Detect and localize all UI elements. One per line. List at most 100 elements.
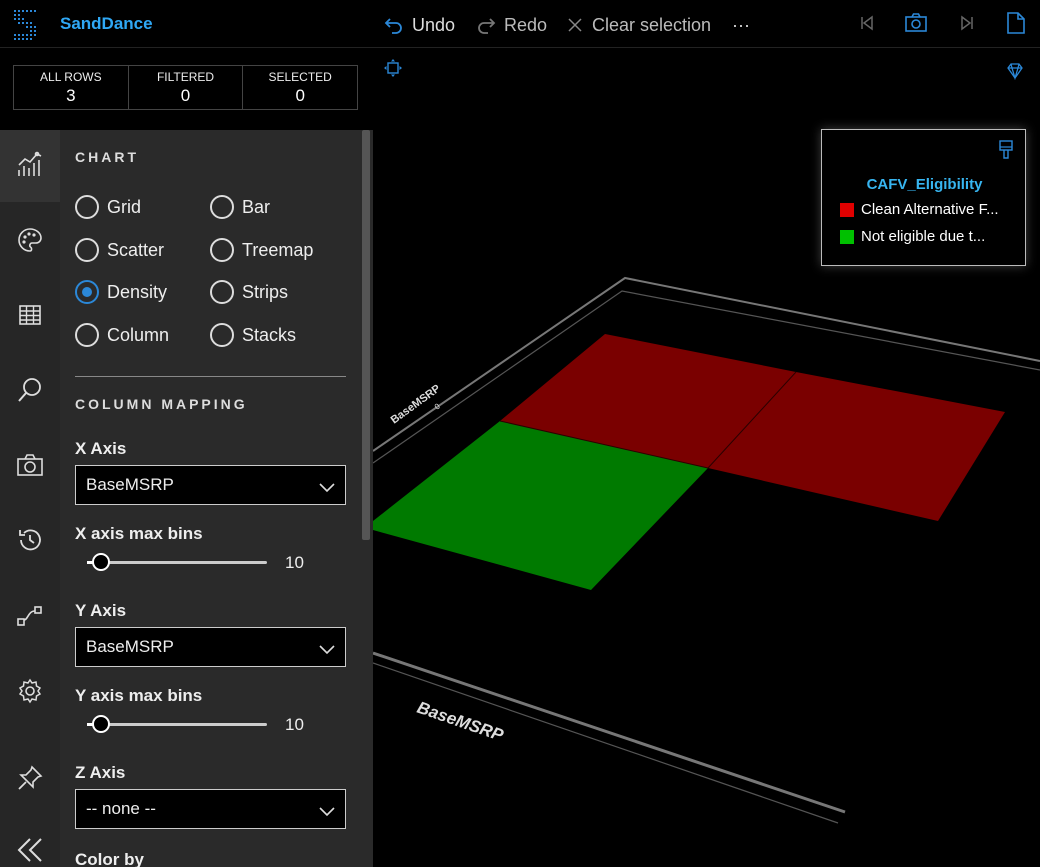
x-bins-value: 10 — [285, 553, 304, 572]
sidebar-item-history[interactable] — [0, 506, 60, 578]
radio-density[interactable]: Density — [75, 280, 167, 304]
undo-label: Undo — [412, 14, 456, 35]
radio-label: Bar — [242, 196, 271, 217]
x-axis-dropdown[interactable]: BaseMSRP — [75, 465, 346, 505]
sidebar-item-chart[interactable] — [0, 130, 60, 202]
y-bins-value: 10 — [285, 715, 304, 734]
z-axis-label: Z Axis — [75, 763, 126, 782]
legend: CAFV_Eligibility Clean Alternative F... … — [821, 129, 1026, 266]
counter-value: 0 — [180, 86, 191, 105]
sidebar-rail — [0, 130, 60, 867]
slider-thumb[interactable] — [92, 715, 110, 733]
table-icon — [19, 304, 41, 330]
search-icon — [17, 377, 43, 408]
sidebar-item-data[interactable] — [0, 281, 60, 353]
history-icon — [17, 527, 43, 558]
legend-item-label: Not eligible due t... — [861, 228, 986, 245]
previous-snapshot-button[interactable] — [855, 12, 879, 38]
more-button[interactable]: ··· — [732, 12, 750, 38]
column-mapping-title: COLUMN MAPPING — [75, 396, 248, 412]
radio-stacks[interactable]: Stacks — [210, 323, 296, 347]
next-snapshot-button[interactable] — [955, 12, 979, 38]
collapse-panel-button[interactable] — [0, 816, 60, 867]
filtered-counter: FILTERED 0 — [128, 65, 244, 110]
radio-label: Strips — [242, 281, 289, 302]
radio-grid[interactable]: Grid — [75, 195, 141, 219]
chart-panel: CHART Grid Bar Scatter Treemap Density S… — [60, 130, 373, 867]
radio-circle — [75, 195, 99, 219]
chevron-down-icon — [319, 478, 335, 498]
clear-selection-button[interactable]: Clear selection — [566, 12, 711, 38]
radio-circle-checked — [75, 280, 99, 304]
pin-icon — [17, 765, 43, 796]
undo-icon — [384, 15, 404, 35]
redo-icon — [476, 15, 496, 35]
radio-label: Stacks — [242, 324, 297, 345]
transition-icon — [17, 605, 43, 632]
sidebar-item-transition[interactable] — [0, 582, 60, 654]
color-by-label: Color by — [75, 850, 144, 867]
counter-label: ALL ROWS — [40, 70, 102, 84]
paintbrush-icon — [999, 140, 1013, 164]
diamond-icon — [1006, 63, 1024, 84]
document-icon — [1007, 11, 1025, 39]
clear-selection-label: Clear selection — [592, 14, 712, 35]
slider-track — [87, 561, 267, 564]
radio-label: Treemap — [242, 239, 314, 260]
slider-track — [87, 723, 267, 726]
redo-button[interactable]: Redo — [476, 12, 547, 38]
z-axis-dropdown[interactable]: -- none -- — [75, 789, 346, 829]
legend-swatch — [840, 202, 854, 217]
radio-column[interactable]: Column — [75, 323, 169, 347]
radio-treemap[interactable]: Treemap — [210, 238, 313, 262]
chevron-down-icon — [319, 802, 335, 822]
camera-icon — [905, 12, 927, 38]
legend-title: CAFV_Eligibility — [866, 176, 983, 193]
undo-button[interactable]: Undo — [384, 12, 455, 38]
chart-icon — [17, 151, 43, 182]
close-icon — [566, 16, 584, 34]
sidebar-item-pin[interactable] — [0, 744, 60, 816]
sidebar-item-settings[interactable] — [0, 657, 60, 729]
snapshot-button[interactable] — [904, 12, 928, 38]
radio-label: Density — [107, 281, 168, 302]
radio-circle — [210, 195, 234, 219]
legend-item[interactable]: Clean Alternative F... — [840, 201, 999, 218]
panel-scrollbar[interactable] — [362, 130, 370, 540]
chart-section-title: CHART — [75, 149, 139, 165]
legend-item-label: Clean Alternative F... — [861, 201, 999, 218]
counter-value: 3 — [66, 86, 76, 105]
radio-circle — [210, 323, 234, 347]
radio-bar[interactable]: Bar — [210, 195, 270, 219]
document-button[interactable] — [1004, 11, 1028, 39]
x-bins-slider[interactable] — [87, 552, 267, 572]
move-icon — [383, 59, 403, 82]
x-bins-label: X axis max bins — [75, 524, 203, 543]
counter-value: 0 — [295, 86, 305, 105]
top-bar: SandDance Undo Redo Clear selection ··· — [0, 0, 1040, 48]
all-rows-counter: ALL ROWS 3 — [13, 65, 129, 110]
legend-item[interactable]: Not eligible due t... — [840, 228, 985, 245]
y-axis-label: Y Axis — [75, 601, 127, 620]
skip-back-icon — [858, 14, 876, 37]
sidebar-item-search[interactable] — [0, 356, 60, 428]
radio-circle — [75, 238, 99, 262]
radio-label: Grid — [107, 196, 142, 217]
sidebar-item-color[interactable] — [0, 206, 60, 278]
reset-camera-button[interactable] — [383, 58, 403, 78]
y-axis-dropdown[interactable]: BaseMSRP — [75, 627, 346, 667]
radio-scatter[interactable]: Scatter — [75, 238, 164, 262]
radio-strips[interactable]: Strips — [210, 280, 288, 304]
sidebar-item-snapshots[interactable] — [0, 431, 60, 503]
palette-icon — [17, 227, 43, 258]
gear-icon — [17, 678, 43, 709]
y-bins-slider[interactable] — [87, 714, 267, 734]
skip-forward-icon — [958, 14, 976, 37]
diamond-button[interactable] — [1006, 62, 1026, 82]
y-bins-label: Y axis max bins — [75, 686, 203, 705]
app-title: SandDance — [60, 14, 153, 33]
slider-thumb[interactable] — [92, 553, 110, 571]
legend-color-button[interactable] — [999, 140, 1013, 165]
legend-swatch — [840, 229, 854, 244]
x-axis-label: X Axis — [75, 439, 127, 458]
